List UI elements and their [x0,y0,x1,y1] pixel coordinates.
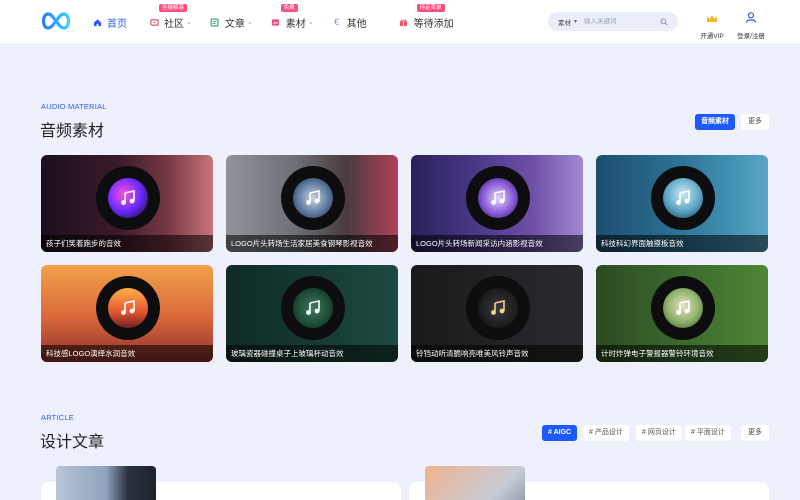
login-button[interactable]: 登录/注册 [736,10,766,40]
article-section-title: 设计文章 [40,434,105,451]
search-input[interactable] [583,18,652,25]
vinyl-disc [466,166,530,230]
article-thumbnail[interactable] [425,466,525,500]
currency-icon: € [334,17,340,27]
audio-card[interactable]: 计时炸弹电子警报器警铃环境音效 [596,265,768,362]
music-note-icon [108,178,148,218]
search-category-select[interactable]: 素材 [558,17,571,27]
vinyl-disc [281,166,345,230]
vinyl-disc [96,276,160,340]
nav-article-label: 文章 [224,18,245,30]
audio-card[interactable]: 玻璃瓷器碰撞桌子上玻璃杯动音效 [226,265,398,362]
audio-card-title: LOGO片头转场生活家居美食钢琴影视音效 [226,235,398,252]
vinyl-disc [96,166,160,230]
vinyl-disc [281,276,345,340]
tag-web-design[interactable]: # 网页设计 [636,425,682,441]
vinyl-disc [651,166,715,230]
top-header: 首页 答疑解惑 社区 ⌄ 文章 ⌄ 免费 素材 ⌄ € 其他 待定菜单 等待添加… [0,0,800,44]
nav-pending-badge: 待定菜单 [416,4,445,12]
home-icon [92,17,102,27]
audio-card[interactable]: 孩子们笑着跑步的音效 [41,155,213,252]
audio-section-eyebrow: AUDIO MATERIAL [41,102,107,111]
music-note-icon [478,178,518,218]
site-logo-icon[interactable] [40,12,72,30]
nav-community[interactable]: 答疑解惑 社区 ⌄ [149,0,192,44]
music-note-icon [663,288,703,328]
vinyl-disc [466,276,530,340]
vip-label: 开通VIP [700,33,724,40]
chevron-down-icon: ⌄ [307,19,314,26]
gift-icon [399,17,409,27]
chevron-down-icon: ⌄ [246,19,253,26]
article-more-button[interactable]: 更多 [741,425,769,441]
nav-article[interactable]: 文章 ⌄ [210,0,253,44]
chat-icon [149,17,159,27]
music-note-icon [108,288,148,328]
audio-card[interactable]: 铃铛动听清脆响亮唯美风铃声音效 [411,265,583,362]
music-note-icon [663,178,703,218]
nav-community-badge: 答疑解惑 [159,4,188,12]
nav-home-label: 首页 [107,18,127,30]
tag-aigc[interactable]: # AIGC [542,425,578,441]
audio-card[interactable]: LOGO片头转场新闻采访内涵影视音效 [411,155,583,252]
nav-other-label: 其他 [346,18,367,30]
nav-pending[interactable]: 待定菜单 等待添加 [399,0,454,44]
crown-icon [707,15,717,22]
nav-home[interactable]: 首页 [92,0,127,44]
audio-card-title: 科技科幻界面触摸板音效 [596,235,768,252]
audio-card[interactable]: 科技感LOGO演绎水润音效 [41,265,213,362]
search-bar: 素材 ▼ [548,12,678,31]
audio-card-title: LOGO片头转场新闻采访内涵影视音效 [411,235,583,252]
audio-card-title: 孩子们笑着跑步的音效 [41,235,213,252]
audio-more-button[interactable]: 更多 [741,114,769,130]
audio-card-title: 科技感LOGO演绎水润音效 [41,345,213,362]
material-icon [271,17,281,27]
vip-button[interactable]: 开通VIP [700,10,724,40]
nav-material-label: 素材 [285,18,306,30]
nav-material[interactable]: 免费 素材 ⌄ [271,0,314,44]
nav-pending-label: 等待添加 [413,18,454,30]
article-section-eyebrow: ARTICLE [41,413,74,422]
music-note-icon [293,178,333,218]
chevron-down-icon[interactable]: ▼ [573,19,578,25]
audio-section-title: 音频素材 [40,123,105,140]
tag-product-design[interactable]: # 产品设计 [583,425,629,441]
chevron-down-icon: ⌄ [186,19,192,26]
nav-material-badge: 免费 [280,4,298,12]
main-nav: 首页 答疑解惑 社区 ⌄ 文章 ⌄ 免费 素材 ⌄ € 其他 待定菜单 等待添加 [92,0,472,44]
music-note-icon [293,288,333,328]
nav-community-label: 社区 [164,18,184,30]
audio-filter-button[interactable]: 音频素材 [695,114,735,130]
audio-card[interactable]: 科技科幻界面触摸板音效 [596,155,768,252]
audio-card-title: 铃铛动听清脆响亮唯美风铃声音效 [411,345,583,362]
vinyl-disc [651,276,715,340]
article-icon [210,17,220,27]
nav-other[interactable]: € 其他 [332,0,367,44]
audio-card[interactable]: LOGO片头转场生活家居美食钢琴影视音效 [226,155,398,252]
login-label: 登录/注册 [737,33,765,40]
audio-card-title: 玻璃瓷器碰撞桌子上玻璃杯动音效 [226,345,398,362]
user-icon [745,12,757,23]
article-thumbnail[interactable] [56,466,156,500]
tag-graphic-design[interactable]: # 平面设计 [685,425,731,441]
search-icon[interactable] [660,17,668,26]
music-note-icon [478,288,518,328]
audio-card-title: 计时炸弹电子警报器警铃环境音效 [596,345,768,362]
